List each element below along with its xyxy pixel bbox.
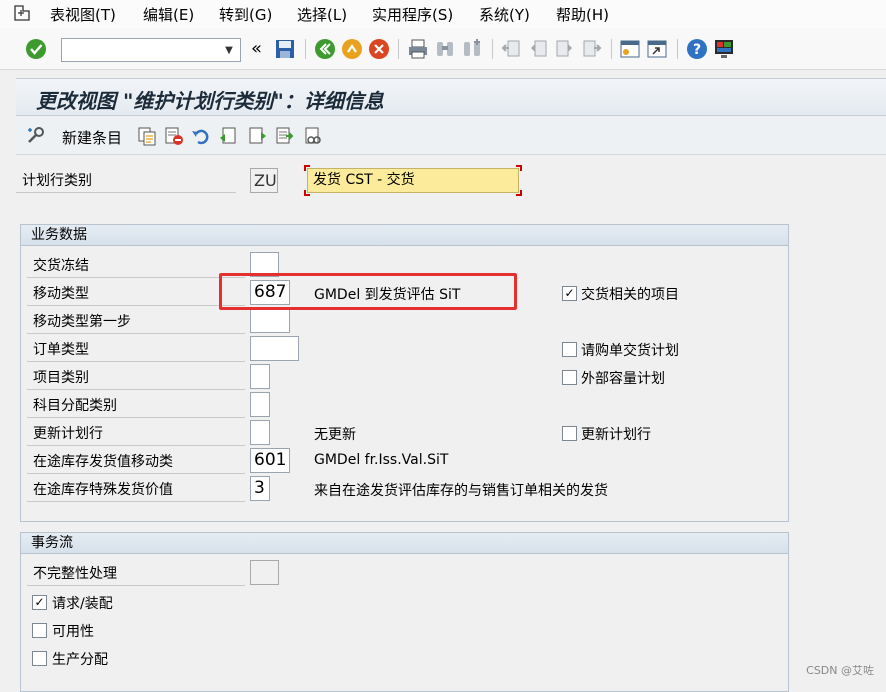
standard-toolbar: ▼ « ? [0, 28, 886, 70]
help-icon[interactable]: ? [686, 38, 708, 60]
detail-screen-content: 计划行类别 ZU 发货 CST - 交货 业务数据 交货冻结 移动类型 687 … [16, 155, 886, 692]
delivery-block-label: 交货冻结 [27, 254, 245, 278]
page-title: 更改视图 "维护计划行类别"：详细信息 [36, 89, 384, 113]
sit-gi-value-movement-type-text: GMDel fr.Iss.Val.SiT [314, 452, 449, 468]
menu-selection[interactable]: 选择(L) [297, 4, 347, 25]
screen-title-bar: 更改视图 "维护计划行类别"：详细信息 [16, 78, 886, 116]
requirement-assembly-label: 请求/装配 [52, 596, 113, 612]
find-icon[interactable] [434, 38, 456, 60]
requirement-assembly-checkbox[interactable]: ✓ [32, 595, 47, 610]
svg-text:?: ? [693, 42, 701, 58]
business-data-group: 业务数据 交货冻结 移动类型 687 GMDel 到发货评估 SiT 移动类型第… [20, 224, 789, 522]
enter-icon[interactable] [25, 38, 47, 60]
toolbar-separator [305, 39, 306, 59]
purchase-req-delivery-schedule-label: 请购单交货计划 [581, 343, 679, 359]
menu-bar: 表视图(T) 编辑(E) 转到(G) 选择(L) 实用程序(S) 系统(Y) 帮… [0, 0, 886, 28]
menu-utilities[interactable]: 实用程序(S) [372, 4, 453, 25]
transaction-flow-group-title: 事务流 [21, 533, 788, 554]
save-icon[interactable] [274, 38, 296, 60]
sit-gi-value-movement-type-field[interactable]: 601 [250, 448, 290, 473]
collapse-arrows-icon[interactable]: « [251, 38, 262, 59]
availability-label: 可用性 [52, 624, 94, 640]
print-icon[interactable] [407, 38, 429, 60]
schedule-line-category-description[interactable]: 发货 CST - 交货 [307, 168, 519, 193]
undo-change-icon[interactable] [191, 126, 211, 146]
delivery-relevant-item-checkbox[interactable]: ✓ [562, 286, 577, 301]
schedule-line-category-code: ZU [250, 168, 278, 193]
create-session-icon[interactable] [619, 38, 641, 60]
menu-help[interactable]: 帮助(H) [556, 4, 609, 25]
variable-list-icon[interactable] [304, 126, 324, 146]
update-schedule-lines-checkbox[interactable] [562, 426, 577, 441]
annotation-highlight-box [219, 273, 517, 310]
chevron-down-icon[interactable]: ▼ [218, 39, 240, 61]
sit-gi-value-movement-type-label: 在途库存发货值移动类 [27, 450, 245, 474]
system-menu-icon[interactable] [12, 4, 32, 22]
update-schedule-lines-text: 无更新 [314, 427, 356, 443]
item-category-field[interactable] [250, 364, 270, 389]
sit-special-gi-value-text: 来自在途发货评估库存的与销售订单相关的发货 [314, 483, 608, 499]
order-type-label: 订单类型 [27, 338, 245, 362]
movement-type-1st-step-label: 移动类型第一步 [27, 310, 245, 334]
next-page-icon[interactable] [554, 38, 576, 60]
production-allocation-checkbox[interactable] [32, 651, 47, 666]
cancel-icon[interactable] [368, 38, 390, 60]
external-capacity-planning-label: 外部容量计划 [581, 371, 665, 387]
menu-system[interactable]: 系统(Y) [479, 4, 530, 25]
update-schedule-lines-checkbox-label: 更新计划行 [581, 427, 651, 443]
new-entries-button[interactable]: 新建条目 [62, 127, 122, 148]
delete-icon[interactable] [164, 126, 184, 146]
display-change-icon[interactable] [26, 126, 46, 146]
command-input[interactable] [62, 39, 216, 61]
incompletion-procedure-field [250, 560, 279, 585]
toolbar-separator [398, 39, 399, 59]
prev-page-icon[interactable] [527, 38, 549, 60]
movement-type-label: 移动类型 [27, 282, 245, 306]
last-page-icon[interactable] [581, 38, 603, 60]
order-type-field[interactable] [250, 336, 299, 361]
required-corner [304, 165, 310, 171]
first-page-icon[interactable] [500, 38, 522, 60]
back-icon[interactable] [314, 38, 336, 60]
copy-as-icon[interactable] [137, 126, 157, 146]
next-entry-icon[interactable] [275, 126, 295, 146]
toolbar-separator [492, 39, 493, 59]
account-assignment-category-label: 科目分配类别 [27, 394, 245, 418]
menu-goto[interactable]: 转到(G) [219, 4, 272, 25]
toolbar-separator [611, 39, 612, 59]
account-assignment-category-field[interactable] [250, 392, 270, 417]
transaction-flow-group: 事务流 不完整性处理 ✓ 请求/装配 可用性 生产分配 [20, 532, 789, 692]
application-toolbar: 新建条目 [16, 117, 886, 155]
sit-special-gi-value-field[interactable]: 3 [250, 476, 270, 501]
required-corner [516, 190, 522, 196]
find-next-icon[interactable] [461, 38, 483, 60]
menu-edit[interactable]: 编辑(E) [143, 4, 194, 25]
schedule-line-category-label: 计划行类别 [16, 169, 236, 193]
required-corner [516, 165, 522, 171]
previous-entry-icon[interactable] [248, 126, 268, 146]
required-corner [304, 190, 310, 196]
update-schedule-lines-label: 更新计划行 [27, 422, 245, 446]
layout-icon[interactable] [713, 38, 735, 60]
production-allocation-label: 生产分配 [52, 652, 108, 668]
update-schedule-lines-field[interactable] [250, 420, 270, 445]
availability-checkbox[interactable] [32, 623, 47, 638]
exit-icon[interactable] [341, 38, 363, 60]
command-field[interactable]: ▼ [61, 38, 241, 62]
purchase-req-delivery-schedule-checkbox[interactable] [562, 342, 577, 357]
select-all-icon[interactable] [218, 126, 238, 146]
external-capacity-planning-checkbox[interactable] [562, 370, 577, 385]
shortcut-icon[interactable] [646, 38, 668, 60]
sit-special-gi-value-label: 在途库存特殊发货价值 [27, 478, 245, 502]
menu-table-view[interactable]: 表视图(T) [50, 4, 116, 25]
watermark: CSDN @艾咗 [806, 664, 874, 677]
movement-type-1st-step-field[interactable] [250, 308, 290, 333]
toolbar-separator [677, 39, 678, 59]
delivery-relevant-item-label: 交货相关的项目 [581, 287, 679, 303]
item-category-label: 项目类别 [27, 366, 245, 390]
incompletion-procedure-label: 不完整性处理 [27, 562, 245, 586]
business-data-group-title: 业务数据 [21, 225, 788, 246]
